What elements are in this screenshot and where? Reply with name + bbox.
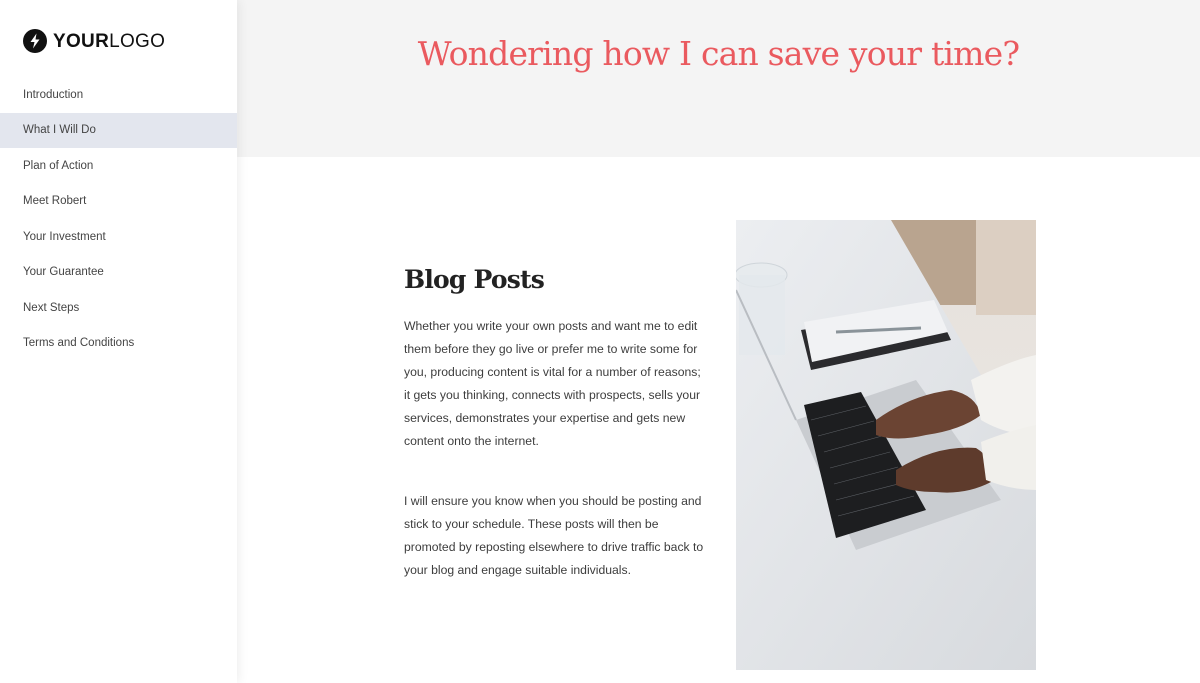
laptop-photo: [736, 220, 1036, 670]
section-title: Blog Posts: [404, 265, 545, 294]
sidebar: YOURLOGO Introduction What I Will Do Pla…: [0, 0, 237, 683]
sidebar-item-what-i-will-do[interactable]: What I Will Do: [0, 112, 237, 148]
sidebar-item-your-guarantee[interactable]: Your Guarantee: [0, 255, 237, 291]
sidebar-item-plan-of-action[interactable]: Plan of Action: [0, 148, 237, 184]
sidebar-nav: Introduction What I Will Do Plan of Acti…: [0, 77, 237, 361]
sidebar-item-terms-and-conditions[interactable]: Terms and Conditions: [0, 326, 237, 362]
section-paragraph: Whether you write your own posts and wan…: [404, 319, 701, 448]
sidebar-item-next-steps[interactable]: Next Steps: [0, 290, 237, 326]
page-header: Wondering how I can save your time?: [237, 0, 1200, 157]
logo-text: YOURLOGO: [53, 32, 165, 51]
logo-text-bold: YOUR: [53, 30, 110, 52]
lightning-bolt-icon: [23, 29, 47, 53]
logo[interactable]: YOURLOGO: [23, 29, 165, 53]
sidebar-item-introduction[interactable]: Introduction: [0, 77, 237, 113]
sidebar-item-meet-robert[interactable]: Meet Robert: [0, 184, 237, 220]
section-paragraph: I will ensure you know when you should b…: [404, 494, 704, 577]
page-title: Wondering how I can save your time?: [417, 34, 1020, 73]
logo-text-light: LOGO: [109, 30, 166, 52]
laptop-photo-illustration: [736, 220, 1036, 670]
sidebar-item-your-investment[interactable]: Your Investment: [0, 219, 237, 255]
